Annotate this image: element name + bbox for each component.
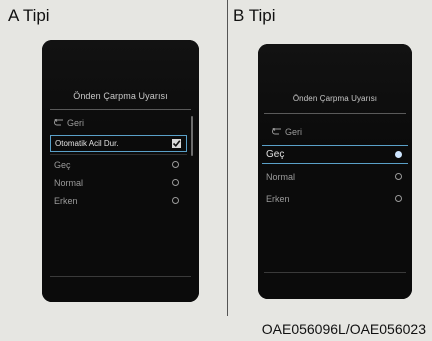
list-item-label: Geç <box>54 159 71 170</box>
radio-unchecked[interactable] <box>171 179 179 186</box>
figure-caption: OAE056096L/OAE056023 <box>261 321 426 337</box>
menu-title-a: Önden Çarpma Uyarısı <box>73 91 168 101</box>
panel-divider <box>227 0 228 316</box>
panel-a-label: A Tipi <box>8 6 50 25</box>
checkbox-checked[interactable] <box>171 139 181 148</box>
back-item-b[interactable]: Geri <box>268 123 402 140</box>
radio-unchecked[interactable] <box>394 173 402 180</box>
back-label-b: Geri <box>285 126 303 137</box>
list-item-label: Normal <box>54 177 84 188</box>
radio-unchecked[interactable] <box>171 197 179 204</box>
list-item-normal-a[interactable]: Normal <box>50 174 185 191</box>
radio-unchecked[interactable] <box>171 161 179 168</box>
list-item-label: Erken <box>266 193 290 204</box>
back-label-a: Geri <box>67 117 85 128</box>
return-arrow-icon <box>54 118 64 127</box>
list-item-label: Erken <box>54 195 78 206</box>
title-separator-a <box>50 109 191 110</box>
return-arrow-icon <box>272 127 282 136</box>
list-item-label: Normal <box>266 171 296 182</box>
list-item-auto-brake[interactable]: Otomatik Acil Dur. <box>50 135 187 152</box>
back-item-a[interactable]: Geri <box>50 114 185 131</box>
scrollbar-a[interactable] <box>191 116 193 156</box>
checkmark-icon <box>172 140 180 147</box>
radio-checked[interactable] <box>394 151 402 158</box>
list-item-normal-b[interactable]: Normal <box>262 168 408 185</box>
list-item-erken-b[interactable]: Erken <box>262 190 408 207</box>
list-item-erken-a[interactable]: Erken <box>50 192 185 209</box>
menu-title-b: Önden Çarpma Uyarısı <box>292 94 378 103</box>
list-item-label: Geç <box>266 149 285 160</box>
list-item-label: Otomatik Acil Dur. <box>55 139 119 148</box>
screen-b: Önden Çarpma Uyarısı Geri Geç Normal Erk… <box>258 44 412 299</box>
radio-unchecked[interactable] <box>394 195 402 202</box>
panel-b-label: B Tipi <box>233 6 276 25</box>
list-item-gec-a[interactable]: Geç <box>50 156 185 173</box>
list-item-gec-b[interactable]: Geç <box>262 145 408 164</box>
screen-a: Önden Çarpma Uyarısı Geri Otomatik Acil … <box>42 40 199 302</box>
title-separator-b <box>264 113 406 114</box>
